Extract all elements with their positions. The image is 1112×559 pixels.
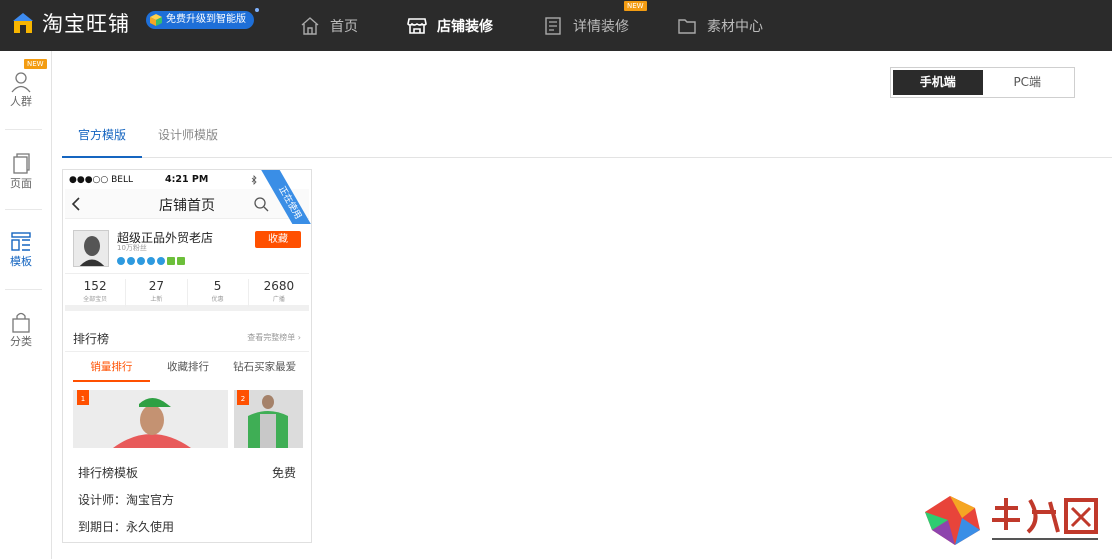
ranking-tabs: 销量排行 收藏排行 钻石买家最爱 (73, 354, 303, 382)
stat-all-items: 152 全部宝贝 (65, 279, 127, 307)
in-use-label: 正在使用 (260, 170, 311, 224)
ranking-tab-favorites: 收藏排行 (167, 361, 209, 373)
nav-new-badge: NEW (624, 1, 647, 11)
crown-icon (167, 257, 175, 265)
stat-label: 上新 (150, 296, 163, 303)
stat-broadcast: 2680 广播 (249, 279, 309, 307)
crown-icon (157, 257, 165, 265)
favorite-button: 收藏 (255, 231, 301, 248)
top-bar: 淘宝旺铺 免费升级到智能版 首页 店铺装修 详情装修 NEW 素材中心 (0, 0, 1112, 51)
person-icon (11, 72, 31, 93)
toggle-mobile[interactable]: 手机端 (893, 70, 983, 95)
nav-material-label: 素材中心 (707, 18, 763, 35)
store-icon (407, 17, 427, 34)
bag-icon (12, 312, 30, 333)
shop-header: 超级正品外贸老店 10万粉丝 收藏 (65, 220, 309, 274)
rank-number: 1 (77, 390, 89, 405)
sidebar-divider (5, 289, 42, 290)
product-image: 2 (234, 390, 303, 448)
template-card[interactable]: ●●●○○ BELL 4:21 PM 店铺首页 超级正品外贸老店 10万粉丝 收… (62, 169, 312, 543)
stat-label: 全部宝贝 (83, 296, 108, 303)
page-icon (13, 153, 30, 174)
home-icon (301, 16, 319, 35)
template-icon (11, 232, 31, 251)
nav-home[interactable]: 首页 (300, 0, 358, 51)
cube-icon (150, 14, 162, 26)
sidebar-item-crowd[interactable]: 人群 (0, 71, 42, 151)
nav-detail-label: 详情装修 (573, 18, 629, 35)
template-expiry: 到期日：永久使用 (78, 520, 175, 534)
stat-label: 广播 (272, 296, 285, 303)
stat-value: 2680 (263, 279, 295, 293)
upgrade-label: 免费升级到智能版 (166, 14, 246, 25)
sidebar-item-page[interactable]: 页面 (0, 153, 42, 233)
shop-fans: 10万粉丝 (117, 244, 147, 252)
crown-icon (137, 257, 145, 265)
stat-value: 27 (148, 279, 165, 293)
sidebar-divider (5, 209, 42, 210)
folder-icon (678, 18, 696, 34)
shop-stats: 152 全部宝贝 27 上新 5 优惠 2680 广播 (65, 275, 309, 311)
stat-discount: 5 优惠 (188, 279, 249, 307)
stat-value: 5 (213, 279, 222, 293)
rank-number: 2 (237, 390, 249, 405)
sidebar-template-label: 模板 (10, 255, 32, 268)
chevron-right-icon: › (297, 333, 301, 342)
sidebar-item-category[interactable]: 分类 (0, 311, 42, 391)
sidebar-divider (5, 129, 42, 130)
crown-icon (127, 257, 135, 265)
tab-designer-templates[interactable]: 设计师模版 (148, 118, 228, 158)
product-image: 1 (73, 390, 228, 448)
carrier-text: ●●●○○ BELL (69, 175, 134, 185)
upgrade-dot (255, 8, 259, 12)
bluetooth-icon (251, 175, 257, 185)
crown-icon (117, 257, 125, 265)
ranking-header: 排行榜 查看完整榜单 › (65, 322, 309, 352)
ranking-more-link: 查看完整榜单 › (247, 332, 301, 343)
nav-detail-decoration[interactable]: 详情装修 (543, 0, 629, 51)
ranking-tab-diamond: 钻石买家最爱 (233, 361, 297, 373)
logo[interactable]: 淘宝旺铺 (12, 8, 130, 38)
left-sidebar: 人群 NEW 页面 模板 分类 (0, 51, 52, 559)
store-logo-icon (13, 13, 33, 33)
document-icon (545, 16, 561, 35)
nav-store-decoration[interactable]: 店铺装修 (407, 0, 493, 51)
nav-store-label: 店铺装修 (437, 18, 493, 35)
stat-value: 152 (83, 279, 107, 293)
watermark-logo (925, 496, 1098, 545)
ranking-title: 排行榜 (73, 332, 110, 346)
product-photo-icon (73, 390, 228, 448)
sidebar-crowd-label: 人群 (10, 95, 32, 108)
sidebar-category-label: 分类 (10, 335, 32, 348)
nav-material-center[interactable]: 素材中心 (677, 0, 763, 51)
sidebar-item-template[interactable]: 模板 (0, 231, 42, 311)
clock-text: 4:21 PM (165, 174, 209, 185)
stat-new: 27 上新 (126, 279, 188, 307)
shop-avatar (73, 230, 109, 267)
template-tabs: 官方模版 设计师模版 (62, 118, 1112, 158)
device-toggle: 手机端 PC端 (890, 67, 1075, 98)
crown-icon (147, 257, 155, 265)
ranking-tab-sales: 销量排行 (73, 354, 150, 382)
crown-icon (177, 257, 185, 265)
sidebar-new-badge: NEW (24, 59, 47, 69)
nav-home-label: 首页 (330, 18, 358, 35)
template-price: 免费 (271, 466, 296, 480)
toggle-pc[interactable]: PC端 (983, 70, 1073, 95)
tab-official-templates[interactable]: 官方模版 (62, 118, 142, 158)
template-designer: 设计师：淘宝官方 (78, 493, 175, 507)
sidebar-page-label: 页面 (10, 177, 32, 190)
template-name: 排行榜模板 (78, 466, 139, 480)
in-use-ribbon: 正在使用 (258, 170, 311, 224)
person-photo-icon (74, 231, 108, 266)
ranking-more-label: 查看完整榜单 (247, 333, 296, 342)
logo-text: 淘宝旺铺 (42, 12, 130, 36)
upgrade-button[interactable]: 免费升级到智能版 (146, 8, 259, 29)
stat-label: 优惠 (211, 296, 224, 303)
shop-rating-icons (117, 257, 187, 265)
